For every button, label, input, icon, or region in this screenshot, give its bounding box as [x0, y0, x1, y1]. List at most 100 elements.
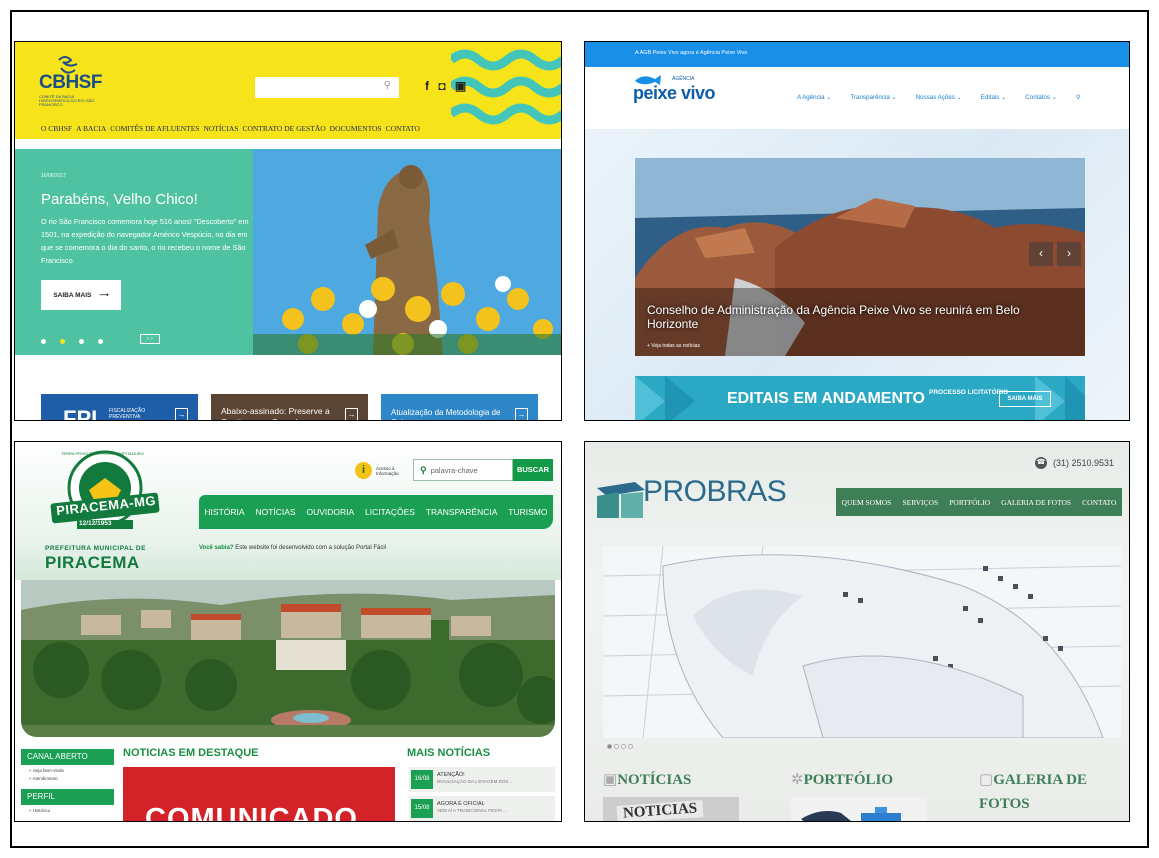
portfolio-thumbnail[interactable]	[791, 797, 927, 821]
noticias-heading[interactable]: ▣NOTÍCIAS	[603, 770, 691, 789]
nav-item-turismo[interactable]: TURISMO	[508, 507, 547, 517]
nav-item-editais[interactable]: Editais ⌄	[981, 94, 1006, 101]
slider-dot[interactable]	[98, 339, 103, 344]
nav-item-licitacoes[interactable]: LICITAÇÕES	[365, 507, 415, 517]
piracema-main-nav: HISTÓRIA NOTÍCIAS OUVIDORIA LICITAÇÕES T…	[199, 495, 553, 529]
keyword-search-input[interactable]: ⚲ palavra-chave	[413, 459, 513, 481]
nav-item-historia[interactable]: HISTÓRIA	[204, 507, 244, 517]
cbhsf-search-input[interactable]: ⚲	[255, 77, 399, 98]
prev-arrow-icon[interactable]: ‹	[1029, 242, 1053, 266]
peixe-vivo-site-screenshot: A AGB Peixe Vivo agora é Agência Peixe V…	[584, 41, 1130, 421]
slider-arrows[interactable]: ‹ ›	[140, 334, 160, 344]
slider-dot[interactable]	[41, 339, 46, 344]
nav-item-contato[interactable]: CONTATO	[386, 124, 420, 133]
slider-dot[interactable]	[621, 744, 626, 749]
saiba-mais-button[interactable]: SAIBA MAIS ⟶	[41, 280, 121, 310]
sidebar-item-atendimento[interactable]: » Atendimento	[21, 775, 114, 783]
probras-main-nav: QUEM SOMOS SERVIÇOS PORTFÓLIO GALERIA DE…	[836, 488, 1122, 516]
topbar-text[interactable]: A AGB Peixe Vivo agora é Agência Peixe V…	[635, 50, 747, 56]
nav-item-documentos[interactable]: DOCUMENTOS	[330, 124, 382, 133]
city-name[interactable]: PIRACEMA	[45, 553, 140, 573]
mais-noticias-heading: MAIS NOTÍCIAS	[407, 747, 491, 759]
search-icon[interactable]: ⚲	[1076, 94, 1081, 101]
fpi-subtitle: FISCALIZAÇÃO PREVENTIVA INTEGRADA	[109, 408, 146, 420]
piracema-site-screenshot: PIRACEMA-MG 12/12/1953 TERRA PRODUTIVA •…	[14, 441, 562, 822]
all-news-link[interactable]: + Veja todas as notícias	[647, 343, 700, 349]
access-info-label: Acesso à Informação	[376, 465, 399, 476]
portfolio-label: PORTFÓLIO	[803, 772, 894, 788]
news-slider[interactable]: Conselho de Administração da Agência Pei…	[635, 158, 1085, 356]
saiba-mais-label: SAIBA MAIS	[53, 291, 92, 299]
nav-item-a-bacia[interactable]: A BACIA	[76, 124, 106, 133]
arrow-right-icon[interactable]: →	[515, 408, 528, 420]
nav-item-noticias[interactable]: NOTÍCIAS	[255, 507, 295, 517]
nav-item-quem-somos[interactable]: QUEM SOMOS	[842, 498, 892, 507]
saiba-mais-button[interactable]: SAIBA MAIS	[999, 391, 1051, 407]
portfolio-heading[interactable]: ✲PORTFÓLIO	[791, 770, 893, 789]
galeria-label: GALERIA DE FOTOS	[979, 772, 1087, 812]
arrow-right-icon[interactable]: →	[175, 408, 188, 420]
noticias-thumbnail[interactable]: NOTICIAS	[603, 797, 739, 821]
peixe-vivo-header: AGÊNCIA peixe vivo A Agência ⌄ Transparê…	[585, 67, 1129, 129]
nav-item-contato[interactable]: CONTATO	[1082, 498, 1116, 507]
nav-item-noticias[interactable]: NOTÍCIAS	[203, 124, 238, 133]
fpi-card[interactable]: FPI FISCALIZAÇÃO PREVENTIVA INTEGRADA →	[41, 394, 198, 420]
editais-banner[interactable]: EDITAIS EM ANDAMENTO PROCESSO LICITATÓRI…	[635, 376, 1085, 420]
galeria-heading[interactable]: ▢GALERIA DE FOTOS	[979, 768, 1099, 816]
nav-item-ouvidoria[interactable]: OUVIDORIA	[306, 507, 354, 517]
next-arrow-icon[interactable]: ›	[1057, 242, 1081, 266]
logo-agencia-label: AGÊNCIA	[672, 76, 695, 82]
hero-date: 16/06/2017	[41, 173, 67, 179]
search-icon[interactable]: ⚲	[384, 80, 391, 91]
nav-item-o-cbhsf[interactable]: O CBHSF	[41, 124, 72, 133]
cbhsf-header: CBHSF COMITÊ DA BACIA HIDROGRÁFICA DO RI…	[15, 42, 561, 139]
canal-aberto-header[interactable]: CANAL ABERTO	[21, 749, 114, 765]
nav-item-portfolio[interactable]: PORTFÓLIO	[949, 498, 990, 507]
nav-item-galeria[interactable]: GALERIA DE FOTOS	[1001, 498, 1071, 507]
phone-contact[interactable]: ☎ (31) 2510.9531	[1035, 457, 1114, 469]
news-list-item[interactable]: 16/08 ATENÇÃO! DIVULGAÇÃO DA LISTAGEM DO…	[409, 767, 555, 792]
buscar-button[interactable]: BUSCAR	[513, 459, 553, 481]
info-icon: i	[355, 462, 372, 479]
nav-item-transparencia[interactable]: TRANSPARÊNCIA	[426, 507, 498, 517]
nav-item-contrato[interactable]: CONTRATO DE GESTÃO	[242, 124, 325, 133]
slider-dot-active[interactable]	[60, 339, 65, 344]
news-list-item[interactable]: 15/08 AGORA É OFICIAL VEM AÍ A TRADICION…	[409, 796, 555, 821]
nav-item-agencia[interactable]: A Agência ⌄	[797, 94, 831, 101]
cbhsf-logo-text[interactable]: CBHSF	[39, 72, 102, 94]
social-icons[interactable]: f ◘ ▣	[425, 79, 469, 93]
abaixo-assinado-card[interactable]: Abaixo-assinado: Preserve a Caatinga e o…	[211, 394, 368, 420]
cbhsf-main-nav: O CBHSF A BACIA COMITÊS DE AFLUENTES NOT…	[41, 124, 420, 133]
arrow-right-icon: ⟶	[99, 292, 109, 299]
access-info-link[interactable]: i Acesso à Informação	[355, 462, 406, 479]
slide-caption[interactable]: Conselho de Administração da Agência Pei…	[647, 303, 1037, 331]
cbhsf-logo-subtitle: COMITÊ DA BACIA HIDROGRÁFICA DO RIO SÃO …	[39, 94, 95, 107]
perfil-header[interactable]: PERFIL	[21, 789, 114, 805]
hero-title[interactable]: Parabéns, Velho Chico!	[41, 191, 198, 208]
peixe-vivo-nav: A Agência ⌄ Transparência ⌄ Nossas Ações…	[797, 94, 1081, 101]
nav-item-contatos[interactable]: Contatos ⌄	[1025, 94, 1057, 101]
slider-dots	[607, 744, 633, 749]
slider-dot[interactable]	[79, 339, 84, 344]
arrow-right-icon[interactable]: →	[345, 408, 358, 420]
emblem-motto: TERRA PRODUTIVA • POVO HOSPITALEIRO	[61, 451, 144, 456]
blueprint-slider[interactable]	[603, 546, 1121, 738]
metodologia-card[interactable]: Atualização da Metodologia de Cobrança →	[381, 394, 538, 420]
statue-photo	[253, 149, 561, 355]
slider-dot-active[interactable]	[607, 744, 612, 749]
comunicado-banner[interactable]: COMUNICADO	[123, 767, 395, 821]
phone-icon: ☎	[1035, 457, 1047, 469]
hero-text-panel: 16/06/2017 Parabéns, Velho Chico! O rio …	[15, 149, 253, 355]
city-aerial-photo	[21, 580, 555, 737]
sidebar-item-bem-vindo[interactable]: » Seja bem-vindo	[21, 767, 114, 775]
nav-item-nossas-acoes[interactable]: Nossas Ações ⌄	[916, 94, 962, 101]
slider-dot[interactable]	[614, 744, 619, 749]
slider-dot[interactable]	[628, 744, 633, 749]
newspaper-text: NOTICIAS	[616, 800, 704, 821]
nav-item-transparencia[interactable]: Transparência ⌄	[850, 94, 896, 101]
peixe-vivo-logo[interactable]: peixe vivo	[633, 83, 716, 104]
nav-item-comites[interactable]: COMITÊS DE AFLUENTES	[110, 124, 199, 133]
sidebar-item-historico[interactable]: » Histórico	[21, 807, 114, 815]
nav-item-servicos[interactable]: SERVIÇOS	[902, 498, 938, 507]
probras-logo-text[interactable]: PROBRAS	[643, 475, 787, 509]
